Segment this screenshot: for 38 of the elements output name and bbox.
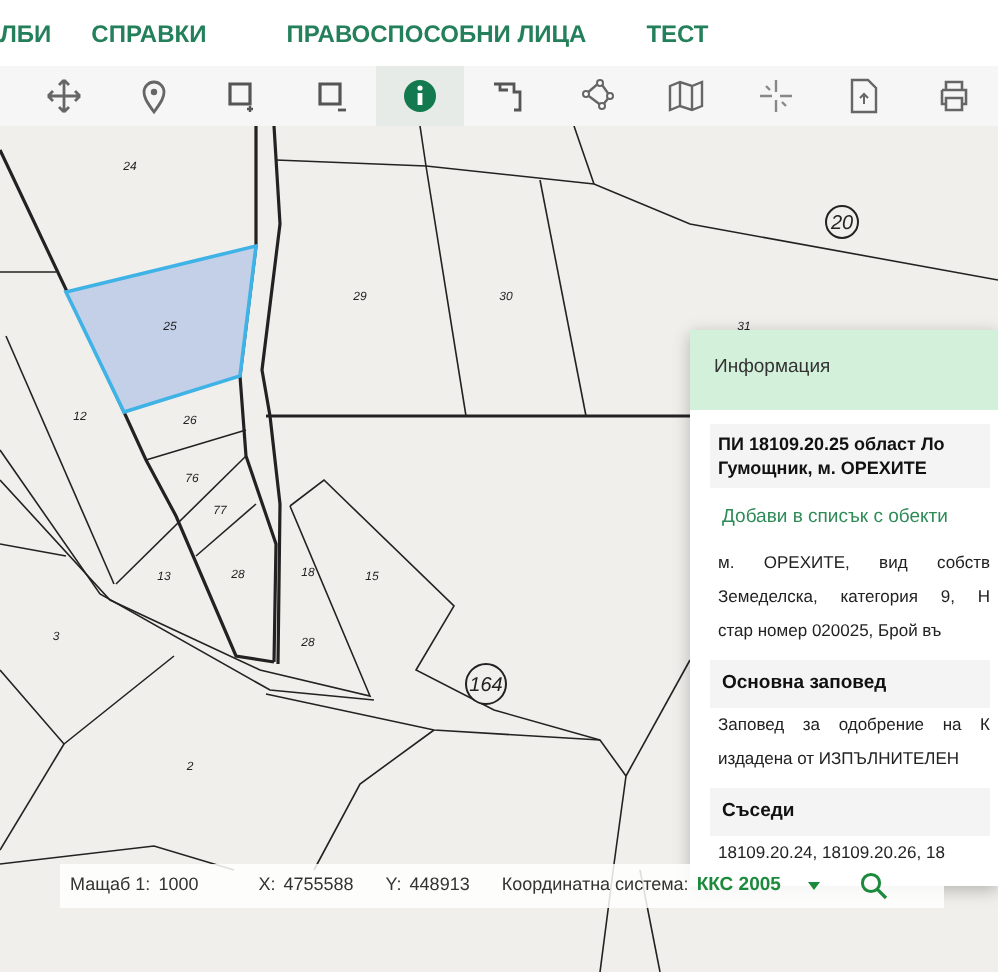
crs-dropdown[interactable]: ККС 2005 <box>696 871 781 901</box>
zoom-out-box-icon <box>313 78 350 114</box>
section-text: Заповед за одобрение на К <box>716 711 990 738</box>
panel-title: Информация <box>690 330 998 410</box>
move-icon <box>46 78 83 114</box>
document-arrow-icon <box>846 78 883 114</box>
description-text: Земеделска, категория 9, Н <box>716 583 990 610</box>
scale-value: 1000 <box>158 872 199 899</box>
stair-line-icon <box>490 78 527 114</box>
circled-number: 164 <box>465 663 507 705</box>
nav-link[interactable]: ЛБИ <box>0 15 52 51</box>
y-label: Y: <box>385 872 402 899</box>
nav-link[interactable]: ТЕСТ <box>646 15 709 51</box>
nav-link[interactable]: СПРАВКИ <box>91 15 207 51</box>
circled-number: 20 <box>825 205 859 239</box>
section-heading: Основна заповед <box>710 659 990 708</box>
search-button[interactable] <box>860 872 889 900</box>
nav-link[interactable]: ПРАВОСПОСОБНИ ЛИЦА <box>286 15 587 51</box>
section-heading: Съседи <box>710 787 990 837</box>
search-icon <box>860 872 889 900</box>
info-icon <box>402 78 439 114</box>
caret-icon[interactable] <box>808 882 821 890</box>
add-to-list-link[interactable]: Добави в списък с обекти <box>722 504 948 534</box>
x-label: X: <box>258 872 276 899</box>
section-text: 18109.20.24, 18109.20.26, 18 <box>716 840 947 867</box>
section-text: издадена от ИЗПЪЛНИТЕЛЕН <box>716 745 962 772</box>
tool-button[interactable] <box>375 66 465 126</box>
crosshair-icon <box>757 78 794 114</box>
scale-label: Мащаб 1: <box>70 872 151 899</box>
print-icon <box>935 78 972 114</box>
description-text: м. ОРЕХИТЕ, вид собств <box>716 549 990 576</box>
crs-label: Координатна система: <box>501 872 689 899</box>
description-text: стар номер 020025, Брой въ <box>716 617 944 644</box>
y-value: 448913 <box>409 872 470 899</box>
polygon-nodes-icon <box>579 78 616 114</box>
folded-map-icon <box>668 78 705 114</box>
parcel-heading: ПИ 18109.20.25 област Ло Гумощник, м. ОРЕХИТЕ <box>710 424 990 489</box>
x-value: 4755588 <box>283 872 354 899</box>
